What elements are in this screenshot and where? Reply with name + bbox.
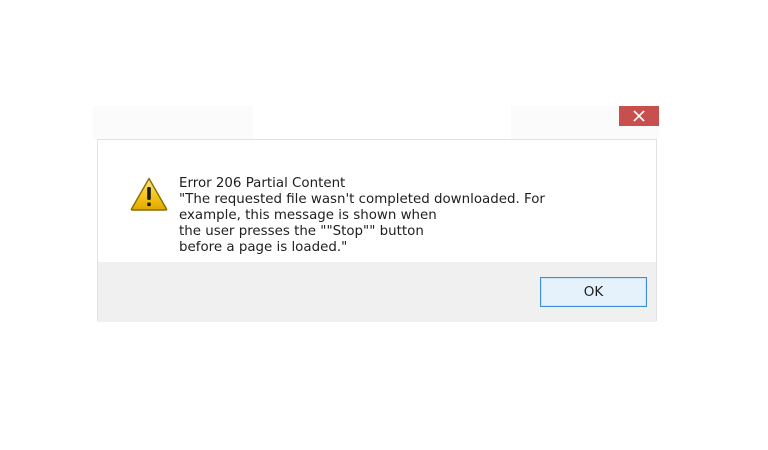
button-region: OK	[98, 262, 656, 322]
message-region: Error 206 Partial Content "The requested…	[98, 140, 656, 262]
message-line: before a page is loaded."	[179, 240, 348, 255]
close-button[interactable]	[619, 106, 659, 126]
desktop: Error 206 Partial Content "The requested…	[0, 0, 768, 450]
message-line: Error 206 Partial Content	[179, 176, 346, 191]
title-bar-left-area	[93, 106, 253, 139]
message-dialog: Error 206 Partial Content "The requested…	[93, 106, 659, 322]
ok-button[interactable]: OK	[540, 277, 647, 307]
close-icon	[633, 110, 645, 122]
title-bar[interactable]	[93, 106, 659, 139]
message-line: the user presses the ""Stop"" button	[179, 224, 424, 239]
message-text: Error 206 Partial Content "The requested…	[179, 176, 639, 256]
dialog-client-area: Error 206 Partial Content "The requested…	[97, 139, 657, 322]
message-line: "The requested file wasn't completed dow…	[179, 192, 545, 207]
message-line: example, this message is shown when	[179, 208, 437, 223]
warning-icon	[129, 176, 169, 212]
